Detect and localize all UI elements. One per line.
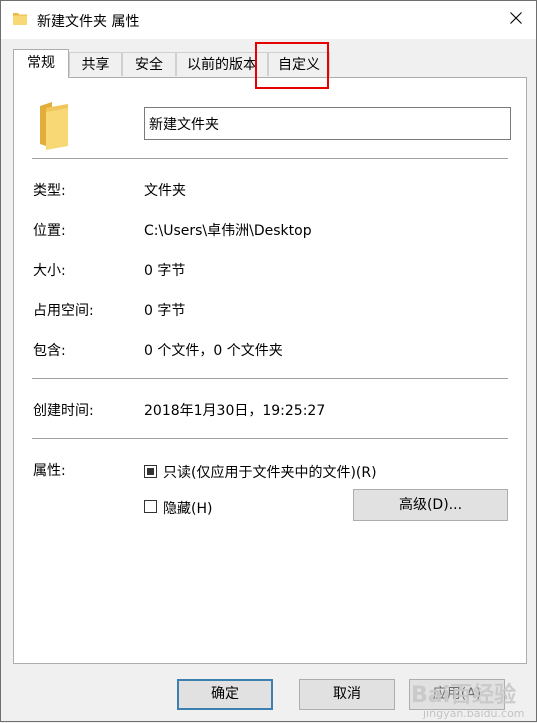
- contains-label: 包含:: [33, 343, 66, 359]
- properties-dialog: 新建文件夹 属性 常规 共享 安全 以前的版本 自定义 类型: 文件夹: [0, 0, 537, 722]
- watermark-url: jingyan.baidu.com: [423, 707, 525, 720]
- close-icon: [510, 12, 522, 28]
- contains-value: 0 个文件，0 个文件夹: [144, 343, 283, 359]
- attributes-label: 属性:: [33, 463, 66, 479]
- tab-customize[interactable]: 自定义: [268, 52, 330, 76]
- hidden-checkbox[interactable]: [144, 500, 157, 513]
- size-on-disk-value: 0 字节: [144, 303, 186, 319]
- window-title: 新建文件夹 属性: [37, 14, 140, 30]
- advanced-button[interactable]: 高级(D)...: [353, 489, 508, 521]
- tab-general[interactable]: 常规: [13, 49, 69, 78]
- tab-previous-versions[interactable]: 以前的版本: [176, 52, 268, 76]
- created-label: 创建时间:: [33, 403, 94, 419]
- general-panel: 类型: 文件夹 位置: C:\Users\卓伟洲\Desktop 大小: 0 字…: [13, 77, 527, 664]
- size-value: 0 字节: [144, 263, 186, 279]
- type-label: 类型:: [33, 183, 66, 199]
- readonly-label[interactable]: 只读(仅应用于文件夹中的文件)(R): [163, 462, 377, 482]
- location-label: 位置:: [33, 223, 66, 239]
- tab-security[interactable]: 安全: [122, 52, 176, 76]
- ok-button[interactable]: 确定: [177, 679, 273, 710]
- tab-sharing[interactable]: 共享: [69, 52, 122, 76]
- folder-icon: [13, 12, 27, 25]
- watermark: Bai百经验 jingyan.baidu.com: [411, 677, 537, 723]
- type-value: 文件夹: [144, 183, 186, 199]
- size-on-disk-label: 占用空间:: [33, 303, 94, 319]
- title-bar: 新建文件夹 属性: [1, 1, 536, 39]
- separator: [32, 438, 508, 439]
- folder-large-icon: [38, 100, 72, 150]
- size-label: 大小:: [33, 263, 66, 279]
- separator: [32, 158, 508, 159]
- folder-name-input[interactable]: [144, 107, 511, 140]
- close-button[interactable]: [496, 1, 536, 39]
- hidden-label[interactable]: 隐藏(H): [163, 498, 212, 518]
- location-value: C:\Users\卓伟洲\Desktop: [144, 223, 312, 239]
- readonly-checkbox[interactable]: [144, 465, 157, 478]
- watermark-logo: Bai百经验: [411, 683, 517, 708]
- indeterminate-mark: [147, 468, 154, 475]
- created-value: 2018年1月30日，19:25:27: [144, 403, 326, 419]
- cancel-button[interactable]: 取消: [299, 679, 395, 710]
- separator: [32, 378, 508, 379]
